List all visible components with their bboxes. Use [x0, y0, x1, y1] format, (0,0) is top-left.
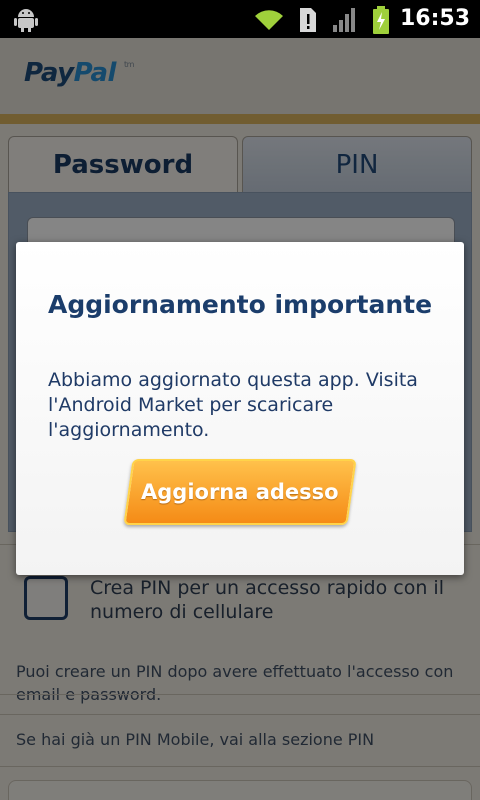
signal-icon	[332, 8, 358, 36]
android-debug-icon	[14, 6, 38, 36]
sim-alert-icon	[298, 7, 318, 37]
dialog-message: Abbiamo aggiornato questa app. Visita l'…	[48, 369, 418, 441]
update-now-label: Aggiorna adesso	[141, 480, 339, 504]
status-bar: 16:53	[0, 0, 480, 38]
dialog-title: Aggiornamento importante	[47, 290, 433, 319]
clock: 16:53	[399, 6, 470, 31]
update-now-button[interactable]: Aggiorna adesso	[123, 459, 357, 525]
battery-charging-icon	[372, 6, 390, 38]
update-dialog: Aggiornamento importante Abbiamo aggiorn…	[16, 242, 464, 575]
wifi-icon	[254, 8, 284, 36]
